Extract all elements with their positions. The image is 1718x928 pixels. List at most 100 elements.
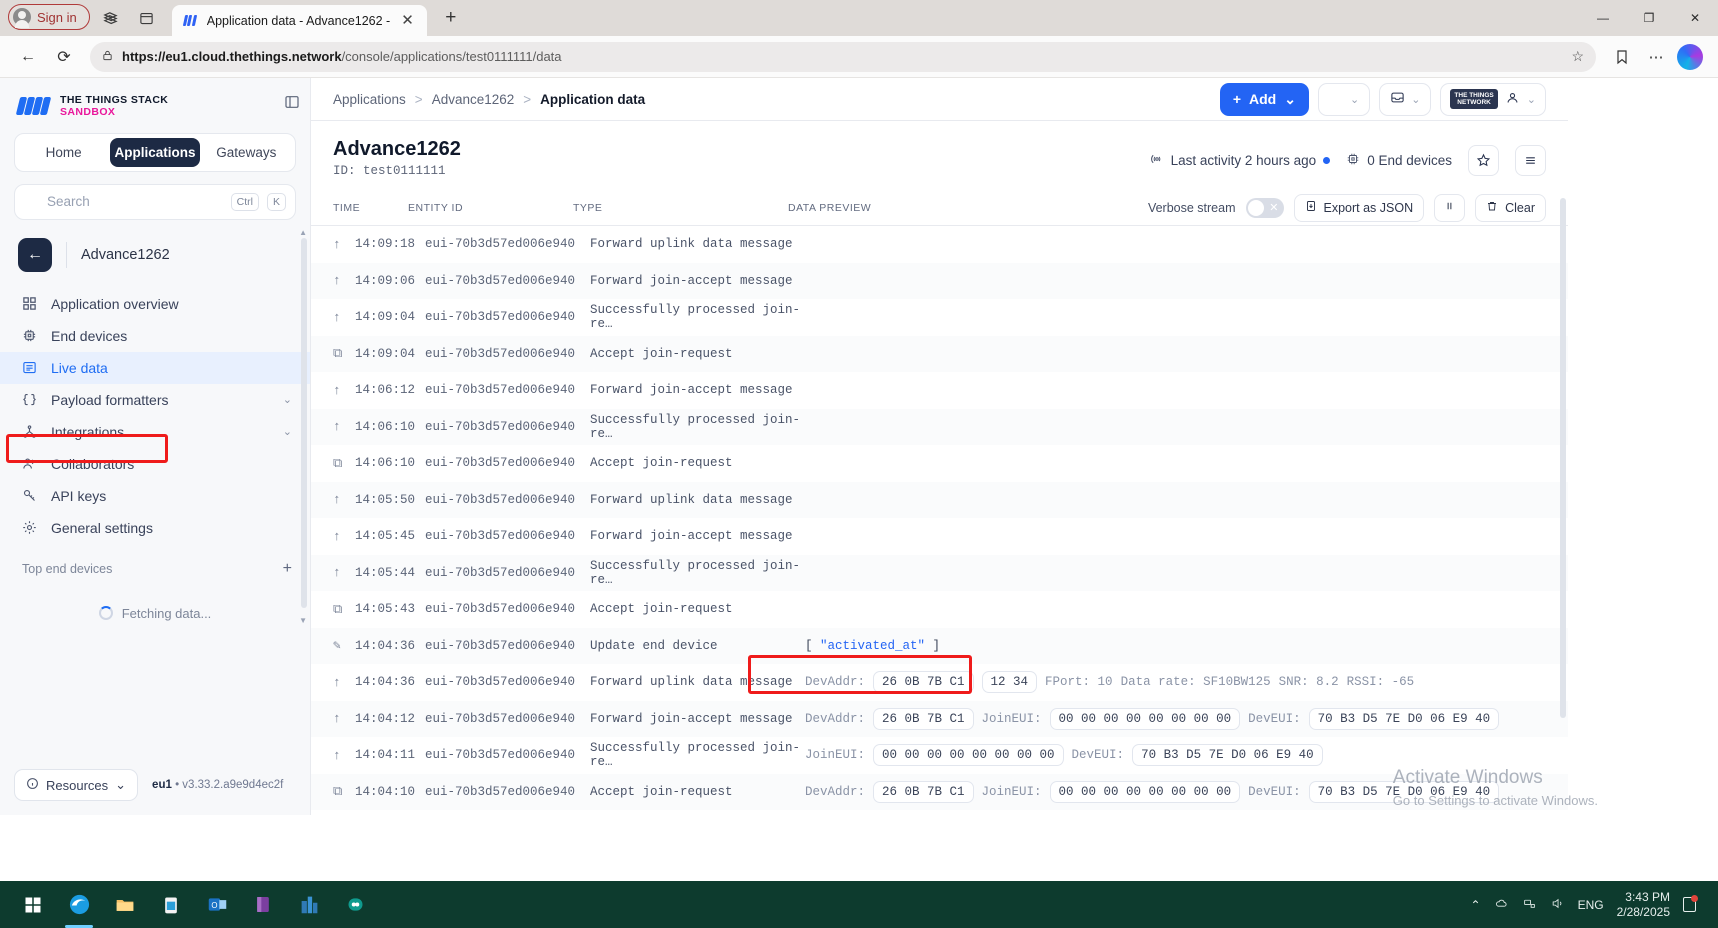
maximize-button[interactable]: ❐ [1626, 0, 1672, 36]
back-icon[interactable]: ← [12, 41, 44, 73]
sidebar-item-application-overview[interactable]: Application overview [0, 288, 310, 320]
tab-home[interactable]: Home [19, 138, 108, 167]
table-row[interactable]: ↑ 14:04:11 eui-70b3d57ed006e940 Successfull… [311, 737, 1568, 774]
payload-chip[interactable]: 00 00 00 00 00 00 00 00 [873, 744, 1064, 767]
table-row[interactable]: ↑ 14:05:44 eui-70b3d57ed006e940 Successfull… [311, 554, 1568, 591]
onedrive-icon[interactable] [1494, 897, 1509, 913]
city-app-icon[interactable] [286, 881, 332, 928]
row-type: Forward uplink data message [590, 675, 793, 690]
table-row[interactable]: ↑ 14:06:12 eui-70b3d57ed006e940 Forward joi… [311, 372, 1568, 409]
tab-applications[interactable]: Applications [110, 137, 200, 167]
table-row[interactable]: ↑ 14:09:18 eui-70b3d57ed006e940 Forward upl… [311, 226, 1568, 263]
table-row[interactable]: ✎ 14:04:36 eui-70b3d57ed006e940 Update end … [311, 627, 1568, 664]
row-entity-id: eui-70b3d57ed006e940 [425, 602, 576, 617]
payload-chip[interactable]: 12 34 [981, 671, 1038, 694]
chevron-up-icon[interactable]: ⌃ [1471, 898, 1481, 912]
windows-taskbar: O ⌃ ENG 3:43 PM 2/28/2025 [0, 881, 1718, 928]
sidebar-item-collaborators[interactable]: Collaborators [0, 448, 310, 480]
row-time: 14:06:10 [355, 419, 416, 434]
join-link-icon: ⧉ [333, 346, 343, 362]
add-button[interactable]: + Add ⌄ [1219, 82, 1309, 116]
table-row[interactable]: ↑ 14:09:04 eui-70b3d57ed006e940 Successfull… [311, 299, 1568, 336]
language-indicator[interactable]: ENG [1578, 898, 1604, 912]
bookmark-star-icon[interactable]: ☆ [1571, 48, 1584, 65]
verbose-stream-label: Verbose stream [1147, 200, 1236, 215]
verbose-stream-toggle[interactable]: ✕ [1245, 197, 1284, 218]
onenote-icon[interactable] [240, 881, 286, 928]
row-entity-id: eui-70b3d57ed006e940 [425, 748, 576, 763]
payload-chip[interactable]: 26 0B 7B C1 [873, 780, 974, 803]
sidebar-item-payload-formatters[interactable]: Payload formatters ⌄ [0, 384, 310, 416]
table-row[interactable]: ⧉ 14:04:10 eui-70b3d57ed006e940 Accept join… [311, 773, 1568, 810]
table-row[interactable]: ↑ 14:05:45 eui-70b3d57ed006e940 Forward joi… [311, 518, 1568, 555]
pause-stream-button[interactable] [1434, 193, 1466, 222]
table-row[interactable]: ↑ 14:04:12 eui-70b3d57ed006e940 Forward joi… [311, 700, 1568, 737]
edge-icon[interactable] [56, 881, 102, 928]
teal-link-icon[interactable] [332, 881, 378, 928]
table-row[interactable]: ⧉ 14:06:10 eui-70b3d57ed006e940 Accept join… [311, 445, 1568, 482]
row-type: Successfully processed join-re… [590, 303, 801, 332]
sidebar-item-general-settings[interactable]: General settings [0, 512, 310, 544]
payload-chip[interactable]: 26 0B 7B C1 [873, 671, 974, 694]
sidebar-scrollbar[interactable] [301, 238, 307, 608]
resources-button[interactable]: Resources ⌄ [14, 769, 139, 801]
clear-button[interactable]: Clear [1475, 193, 1546, 222]
start-icon[interactable] [10, 881, 56, 928]
network-icon[interactable] [1522, 897, 1537, 913]
search-icon [24, 192, 39, 212]
new-tab-button[interactable]: + [437, 4, 465, 32]
table-row[interactable]: ⧉ 14:05:43 eui-70b3d57ed006e940 Accept join… [311, 591, 1568, 628]
overflow-menu-button[interactable] [1515, 145, 1546, 176]
file-explorer-icon[interactable] [102, 881, 148, 928]
payload-chip[interactable]: 70 B3 D5 7E D0 06 E9 40 [1308, 707, 1500, 730]
table-row[interactable]: ↑ 14:05:50 eui-70b3d57ed006e940 Forward upl… [311, 481, 1568, 518]
sidebar-item-integrations[interactable]: Integrations ⌄ [0, 416, 310, 448]
bookmarks-dropdown-button[interactable]: ⌄ [1317, 82, 1371, 116]
settings-more-icon[interactable]: ⋯ [1640, 41, 1672, 73]
notifications-icon[interactable] [1683, 895, 1698, 912]
collections-icon[interactable] [96, 3, 126, 33]
notifications-dropdown-button[interactable]: ⌄ [1379, 82, 1432, 116]
split-screen-icon[interactable] [132, 3, 162, 33]
sidebar-scroll-up-arrow[interactable]: ▲ [299, 228, 307, 237]
address-bar[interactable]: https://eu1.cloud.thethings.network/cons… [90, 41, 1596, 72]
add-end-device-icon[interactable]: + [283, 560, 292, 578]
store-icon[interactable] [148, 881, 194, 928]
volume-icon[interactable] [1550, 897, 1565, 913]
system-tray: ⌃ ENG 3:43 PM 2/28/2025 [1471, 890, 1708, 920]
profile-dropdown-button[interactable]: THE THINGS NETWORK ⌄ [1440, 82, 1546, 116]
table-row[interactable]: ↑ 14:09:06 eui-70b3d57ed006e940 Forward joi… [311, 262, 1568, 299]
chevron-down-icon[interactable]: ⌄ [283, 425, 296, 438]
clock[interactable]: 3:43 PM 2/28/2025 [1617, 890, 1670, 920]
search-input[interactable]: Search Ctrl K [14, 183, 296, 220]
payload-chip[interactable]: 70 B3 D5 7E D0 06 E9 40 [1132, 744, 1323, 767]
browser-tab[interactable]: Application data - Advance1262 - ✕ [171, 5, 427, 36]
payload-chip[interactable]: 00 00 00 00 00 00 00 00 [1049, 707, 1241, 730]
table-row[interactable]: ↑ 14:06:10 eui-70b3d57ed006e940 Successfull… [311, 408, 1568, 445]
outlook-icon[interactable]: O [194, 881, 240, 928]
sidebar-item-api-keys[interactable]: API keys [0, 480, 310, 512]
minimize-button[interactable]: — [1580, 0, 1626, 36]
sign-in-button[interactable]: Sign in [8, 4, 90, 30]
table-row[interactable]: ⧉ 14:09:04 eui-70b3d57ed006e940 Accept join… [311, 335, 1568, 372]
sidebar-item-live-data[interactable]: Live data [0, 351, 310, 384]
payload-chip[interactable]: 26 0B 7B C1 [873, 707, 974, 730]
reload-icon[interactable]: ⟳ [48, 41, 80, 73]
favorite-button[interactable] [1468, 145, 1499, 176]
payload-chip[interactable]: 00 00 00 00 00 00 00 00 [1049, 780, 1241, 803]
close-window-button[interactable]: ✕ [1672, 0, 1718, 36]
table-row[interactable]: ↑ 14:04:36 eui-70b3d57ed006e940 Forward upl… [311, 664, 1568, 701]
chevron-down-icon[interactable]: ⌄ [283, 393, 296, 406]
breadcrumb-advance1262[interactable]: Advance1262 [432, 92, 515, 107]
export-as-json-button[interactable]: Export as JSON [1293, 193, 1425, 222]
sidebar-scroll-down-arrow[interactable]: ▼ [299, 616, 307, 625]
sidebar-item-end-devices[interactable]: End devices [0, 320, 310, 352]
tab-gateways[interactable]: Gateways [202, 138, 291, 167]
back-to-list-button[interactable]: ← [18, 237, 52, 272]
favorites-icon[interactable] [1606, 41, 1638, 73]
collapse-sidebar-icon[interactable] [284, 94, 300, 113]
close-tab-icon[interactable]: ✕ [399, 13, 416, 28]
breadcrumb-applications[interactable]: Applications [333, 92, 406, 107]
main-scrollbar[interactable] [1560, 198, 1566, 718]
copilot-icon[interactable] [1674, 41, 1706, 73]
